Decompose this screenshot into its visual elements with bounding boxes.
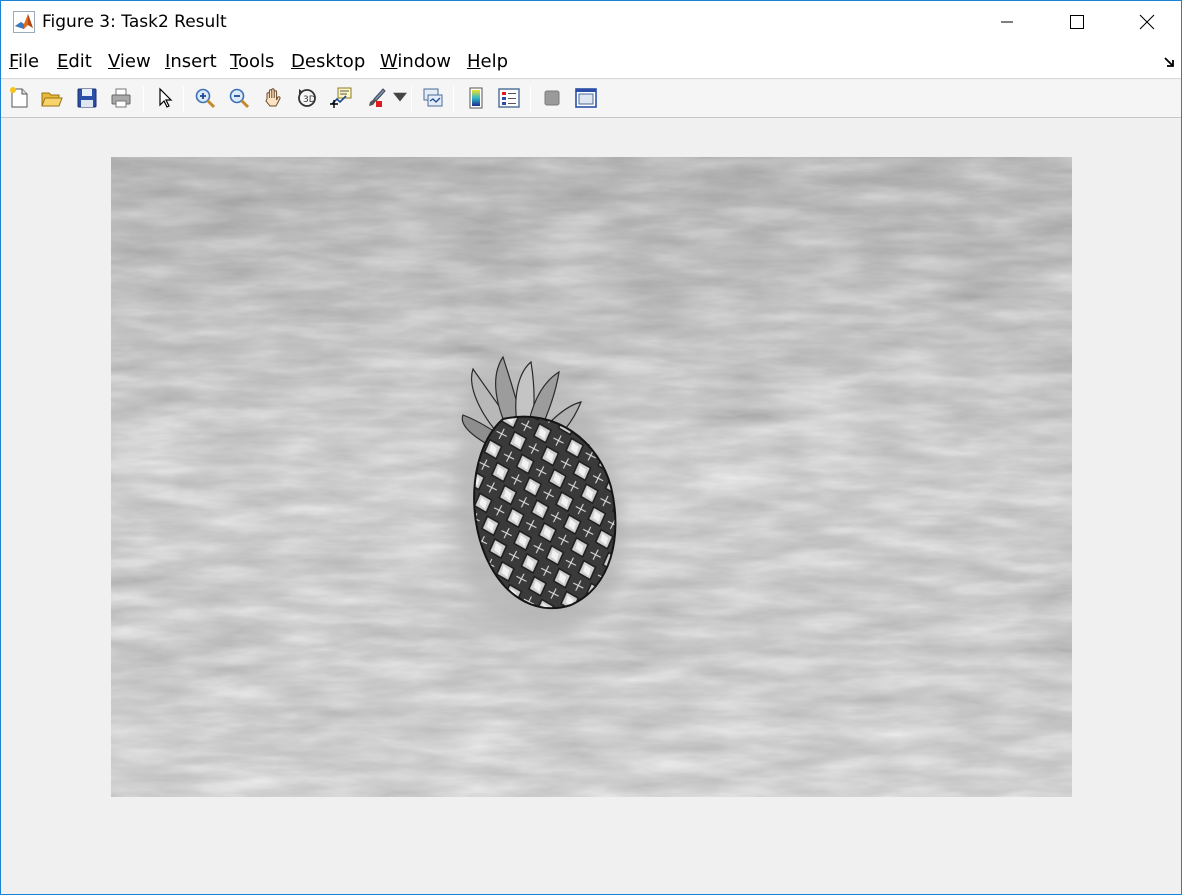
brush-button[interactable] [361, 84, 389, 112]
zoom-in-icon [195, 88, 216, 109]
toolbar-separator [143, 86, 144, 112]
edit-plot-button[interactable] [151, 84, 179, 112]
maximize-button[interactable] [1042, 1, 1112, 43]
show-plot-tools-button[interactable] [572, 84, 600, 112]
window-title: Figure 3: Task2 Result [42, 12, 227, 32]
link-plot-button[interactable] [419, 84, 447, 112]
save-button[interactable] [73, 84, 101, 112]
close-button[interactable] [1112, 1, 1181, 43]
toolbar-separator [453, 86, 454, 112]
zoom-out-button[interactable] [225, 84, 253, 112]
maximize-icon [1070, 15, 1084, 29]
brush-icon [369, 88, 386, 107]
pan-icon [265, 88, 281, 107]
title-bar[interactable]: Figure 3: Task2 Result [1, 1, 1181, 43]
menu-desktop[interactable]: Desktop [291, 51, 365, 72]
zoom-out-icon [229, 88, 250, 109]
menu-file[interactable]: File [9, 51, 39, 72]
chevron-down-icon [393, 92, 407, 102]
menu-bar: File Edit View Insert Tools Desktop Wind… [1, 43, 1181, 79]
svg-text:3D: 3D [303, 95, 316, 105]
brush-dropdown[interactable] [393, 84, 407, 112]
toolbar-separator [530, 86, 531, 112]
menu-insert[interactable]: Insert [165, 51, 217, 72]
minimize-button[interactable] [972, 1, 1042, 43]
zoom-in-button[interactable] [191, 84, 219, 112]
menu-view[interactable]: View [108, 51, 151, 72]
save-icon [77, 88, 97, 108]
print-icon [111, 88, 131, 108]
print-button[interactable] [107, 84, 135, 112]
figure-toolbar: 3D [1, 80, 1181, 118]
new-figure-button[interactable] [5, 84, 33, 112]
menu-window[interactable]: Window [380, 51, 451, 72]
result-image[interactable] [111, 157, 1072, 797]
toolbar-separator [183, 86, 184, 112]
legend-icon [498, 88, 520, 108]
open-file-icon [41, 92, 63, 107]
menu-tools[interactable]: Tools [230, 51, 274, 72]
insert-colorbar-button[interactable] [462, 84, 490, 112]
rotate-3d-icon: 3D [298, 89, 316, 107]
data-cursor-button[interactable] [327, 84, 355, 112]
show-plot-tools-icon [575, 88, 597, 108]
new-figure-icon [10, 87, 28, 108]
figure-canvas[interactable] [1, 119, 1181, 894]
toolbar-separator [411, 86, 412, 112]
dock-arrow-icon[interactable] [1163, 56, 1177, 70]
menu-edit[interactable]: Edit [57, 51, 92, 72]
insert-legend-button[interactable] [495, 84, 523, 112]
matlab-logo-icon[interactable] [13, 11, 35, 33]
menu-help[interactable]: Help [467, 51, 508, 72]
close-icon [1139, 14, 1155, 30]
link-plot-icon [423, 88, 443, 107]
colorbar-icon [469, 87, 483, 109]
minimize-icon [1001, 21, 1013, 23]
open-file-button[interactable] [38, 84, 66, 112]
rotate-3d-button[interactable]: 3D [293, 84, 321, 112]
pan-button[interactable] [259, 84, 287, 112]
hide-plot-tools-button[interactable] [538, 84, 566, 112]
hide-plot-tools-icon [544, 90, 560, 106]
pointer-icon [159, 87, 173, 108]
data-cursor-icon [330, 87, 352, 108]
figure-window: Figure 3: Task2 Result File Edit View In… [0, 0, 1182, 895]
